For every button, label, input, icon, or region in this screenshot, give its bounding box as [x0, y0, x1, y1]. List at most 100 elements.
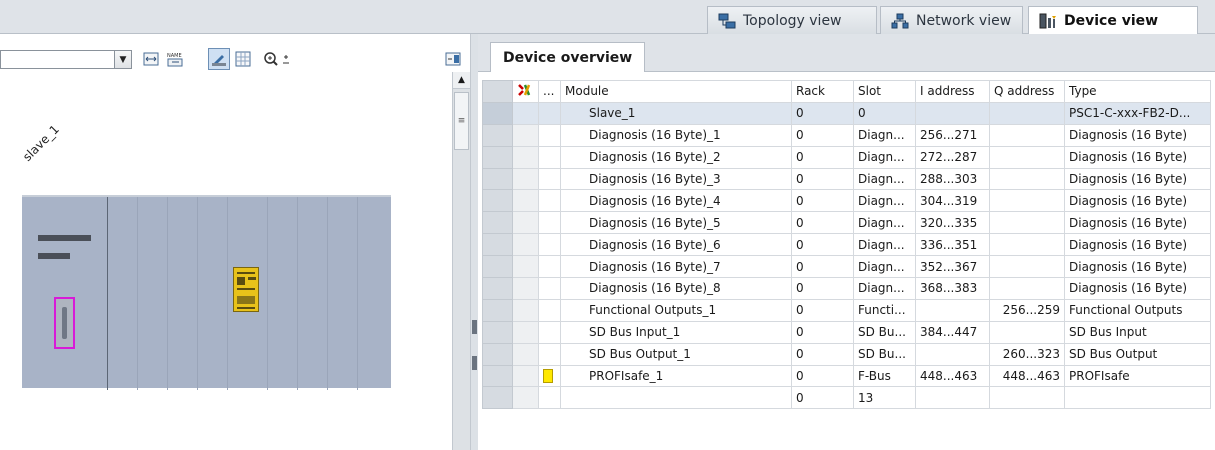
status-cell [512, 233, 539, 257]
tab-network-view[interactable]: Network view [880, 6, 1023, 34]
slot-cell: Diagn... [853, 167, 916, 191]
module-cell[interactable] [560, 386, 792, 410]
q-address-column-header[interactable]: Q address [989, 80, 1065, 103]
table-row[interactable]: Diagnosis (16 Byte)_8 0 Diagn... 368...383 D… [482, 277, 1211, 300]
type-cell: SD Bus Input [1064, 320, 1211, 344]
table-row[interactable]: SD Bus Output_1 0 SD Bu... 260...323 SD Bus … [482, 342, 1211, 366]
type-cell: Diagnosis (16 Byte) [1064, 145, 1211, 169]
topology-icon [718, 13, 736, 29]
slot-column-header[interactable]: Slot [853, 80, 916, 103]
i-address-cell: 336...351 [915, 233, 990, 257]
status-cell [512, 342, 539, 366]
indicator-cell [538, 298, 561, 322]
indicator-cell [538, 342, 561, 366]
i-address-cell [915, 101, 990, 125]
table-row[interactable]: Diagnosis (16 Byte)_1 0 Diagn... 256...271 D… [482, 123, 1211, 147]
chevron-down-icon[interactable]: ▼ [114, 51, 131, 68]
svg-text:NAME: NAME [167, 53, 182, 59]
device-graphic-canvas[interactable]: slave_1 [0, 72, 452, 450]
tab-topology-view[interactable]: Topology view [707, 6, 877, 34]
type-cell [1064, 386, 1211, 410]
slot-line [227, 197, 228, 390]
slot-cell: Diagn... [853, 145, 916, 169]
indicator-cell [538, 277, 561, 300]
graphic-vertical-scrollbar[interactable]: ▲ ≡ [452, 72, 470, 450]
table-row[interactable]: Functional Outputs_1 0 Functi... 256...259 F… [482, 298, 1211, 322]
module-cell[interactable]: Diagnosis (16 Byte)_4 [560, 189, 792, 213]
q-address-cell: 448...463 [989, 364, 1065, 388]
splitter-handle[interactable] [472, 320, 477, 334]
rack-cell: 0 [791, 233, 854, 257]
module-cell[interactable]: Diagnosis (16 Byte)_6 [560, 233, 792, 257]
module-cell[interactable]: SD Bus Input_1 [560, 320, 792, 344]
device-icon [1039, 13, 1057, 29]
graphic-toolbar: ▼ NAME [0, 44, 470, 72]
status-cell [512, 255, 539, 279]
slot-cell: Functi... [853, 298, 916, 322]
scroll-up-icon[interactable]: ▲ [453, 72, 470, 89]
module-cell[interactable]: Diagnosis (16 Byte)_5 [560, 211, 792, 235]
table-row[interactable]: Diagnosis (16 Byte)_7 0 Diagn... 352...367 D… [482, 255, 1211, 279]
overview-tab-bar: Device overview [478, 34, 1215, 72]
row-header [482, 123, 513, 147]
i-address-cell [915, 298, 990, 322]
module-cell[interactable]: PROFIsafe_1 [560, 364, 792, 388]
table-row[interactable]: SD Bus Input_1 0 SD Bu... 384...447 SD Bus I… [482, 320, 1211, 344]
rack-cell: 0 [791, 189, 854, 213]
row-header [482, 255, 513, 279]
safety-controller-module[interactable] [233, 267, 259, 312]
type-cell: Functional Outputs [1064, 298, 1211, 322]
status-cell [512, 123, 539, 147]
rack-column-header[interactable]: Rack [791, 80, 854, 103]
module-cell[interactable]: Diagnosis (16 Byte)_3 [560, 167, 792, 191]
head-module-bar [38, 235, 91, 241]
diagnostics-icon [518, 84, 531, 96]
module-cell[interactable]: Functional Outputs_1 [560, 298, 792, 322]
ellipsis-column-header[interactable]: ... [538, 80, 561, 103]
module-cell[interactable]: Diagnosis (16 Byte)_8 [560, 277, 792, 300]
selected-port-connector[interactable] [54, 297, 75, 349]
tab-device-overview[interactable]: Device overview [490, 42, 646, 72]
slot-line [167, 197, 168, 390]
rack[interactable] [22, 195, 391, 390]
tab-device-view[interactable]: Device view [1028, 6, 1198, 35]
splitter-handle[interactable] [472, 356, 477, 370]
table-row[interactable]: Diagnosis (16 Byte)_6 0 Diagn... 336...351 D… [482, 233, 1211, 257]
i-address-cell [915, 342, 990, 366]
zoom-in-icon[interactable] [262, 48, 298, 70]
i-address-cell: 352...367 [915, 255, 990, 279]
type-cell: Diagnosis (16 Byte) [1064, 255, 1211, 279]
module-cell[interactable]: Diagnosis (16 Byte)_1 [560, 123, 792, 147]
grid-icon[interactable] [232, 48, 254, 70]
indicator-cell [538, 123, 561, 147]
table-row[interactable]: Diagnosis (16 Byte)_3 0 Diagn... 288...303 D… [482, 167, 1211, 191]
table-row[interactable]: Slave_1 0 0 PSC1-C-xxx-FB2-D... [482, 101, 1211, 125]
device-selector-combo[interactable]: ▼ [0, 50, 132, 69]
table-row[interactable]: Diagnosis (16 Byte)_4 0 Diagn... 304...319 D… [482, 189, 1211, 213]
rack-cell: 0 [791, 277, 854, 300]
q-address-cell [989, 145, 1065, 169]
status-cell [512, 189, 539, 213]
i-address-cell: 288...303 [915, 167, 990, 191]
indicator-cell [538, 364, 561, 388]
i-address-column-header[interactable]: I address [915, 80, 990, 103]
panel-splitter[interactable] [470, 34, 478, 450]
scroll-thumb[interactable]: ≡ [454, 92, 469, 150]
module-cell[interactable]: Slave_1 [560, 101, 792, 125]
name-icon[interactable]: NAME [164, 48, 186, 70]
diagnostics-column-header[interactable] [512, 80, 539, 103]
table-row[interactable]: Diagnosis (16 Byte)_2 0 Diagn... 272...287 D… [482, 145, 1211, 169]
type-column-header[interactable]: Type [1064, 80, 1211, 103]
module-cell[interactable]: SD Bus Output_1 [560, 342, 792, 366]
rack-cell: 0 [791, 211, 854, 235]
table-row[interactable]: Diagnosis (16 Byte)_5 0 Diagn... 320...335 D… [482, 211, 1211, 235]
type-cell: PSC1-C-xxx-FB2-D... [1064, 101, 1211, 125]
table-row[interactable]: PROFIsafe_1 0 F-Bus 448...463 448...463 PROFI… [482, 364, 1211, 388]
module-column-header[interactable]: Module [560, 80, 792, 103]
module-cell[interactable]: Diagnosis (16 Byte)_2 [560, 145, 792, 169]
collapse-panel-icon[interactable] [442, 48, 464, 70]
draw-icon[interactable] [208, 48, 230, 70]
table-row[interactable]: 0 13 [482, 386, 1211, 410]
module-cell[interactable]: Diagnosis (16 Byte)_7 [560, 255, 792, 279]
fit-module-icon[interactable] [140, 48, 162, 70]
